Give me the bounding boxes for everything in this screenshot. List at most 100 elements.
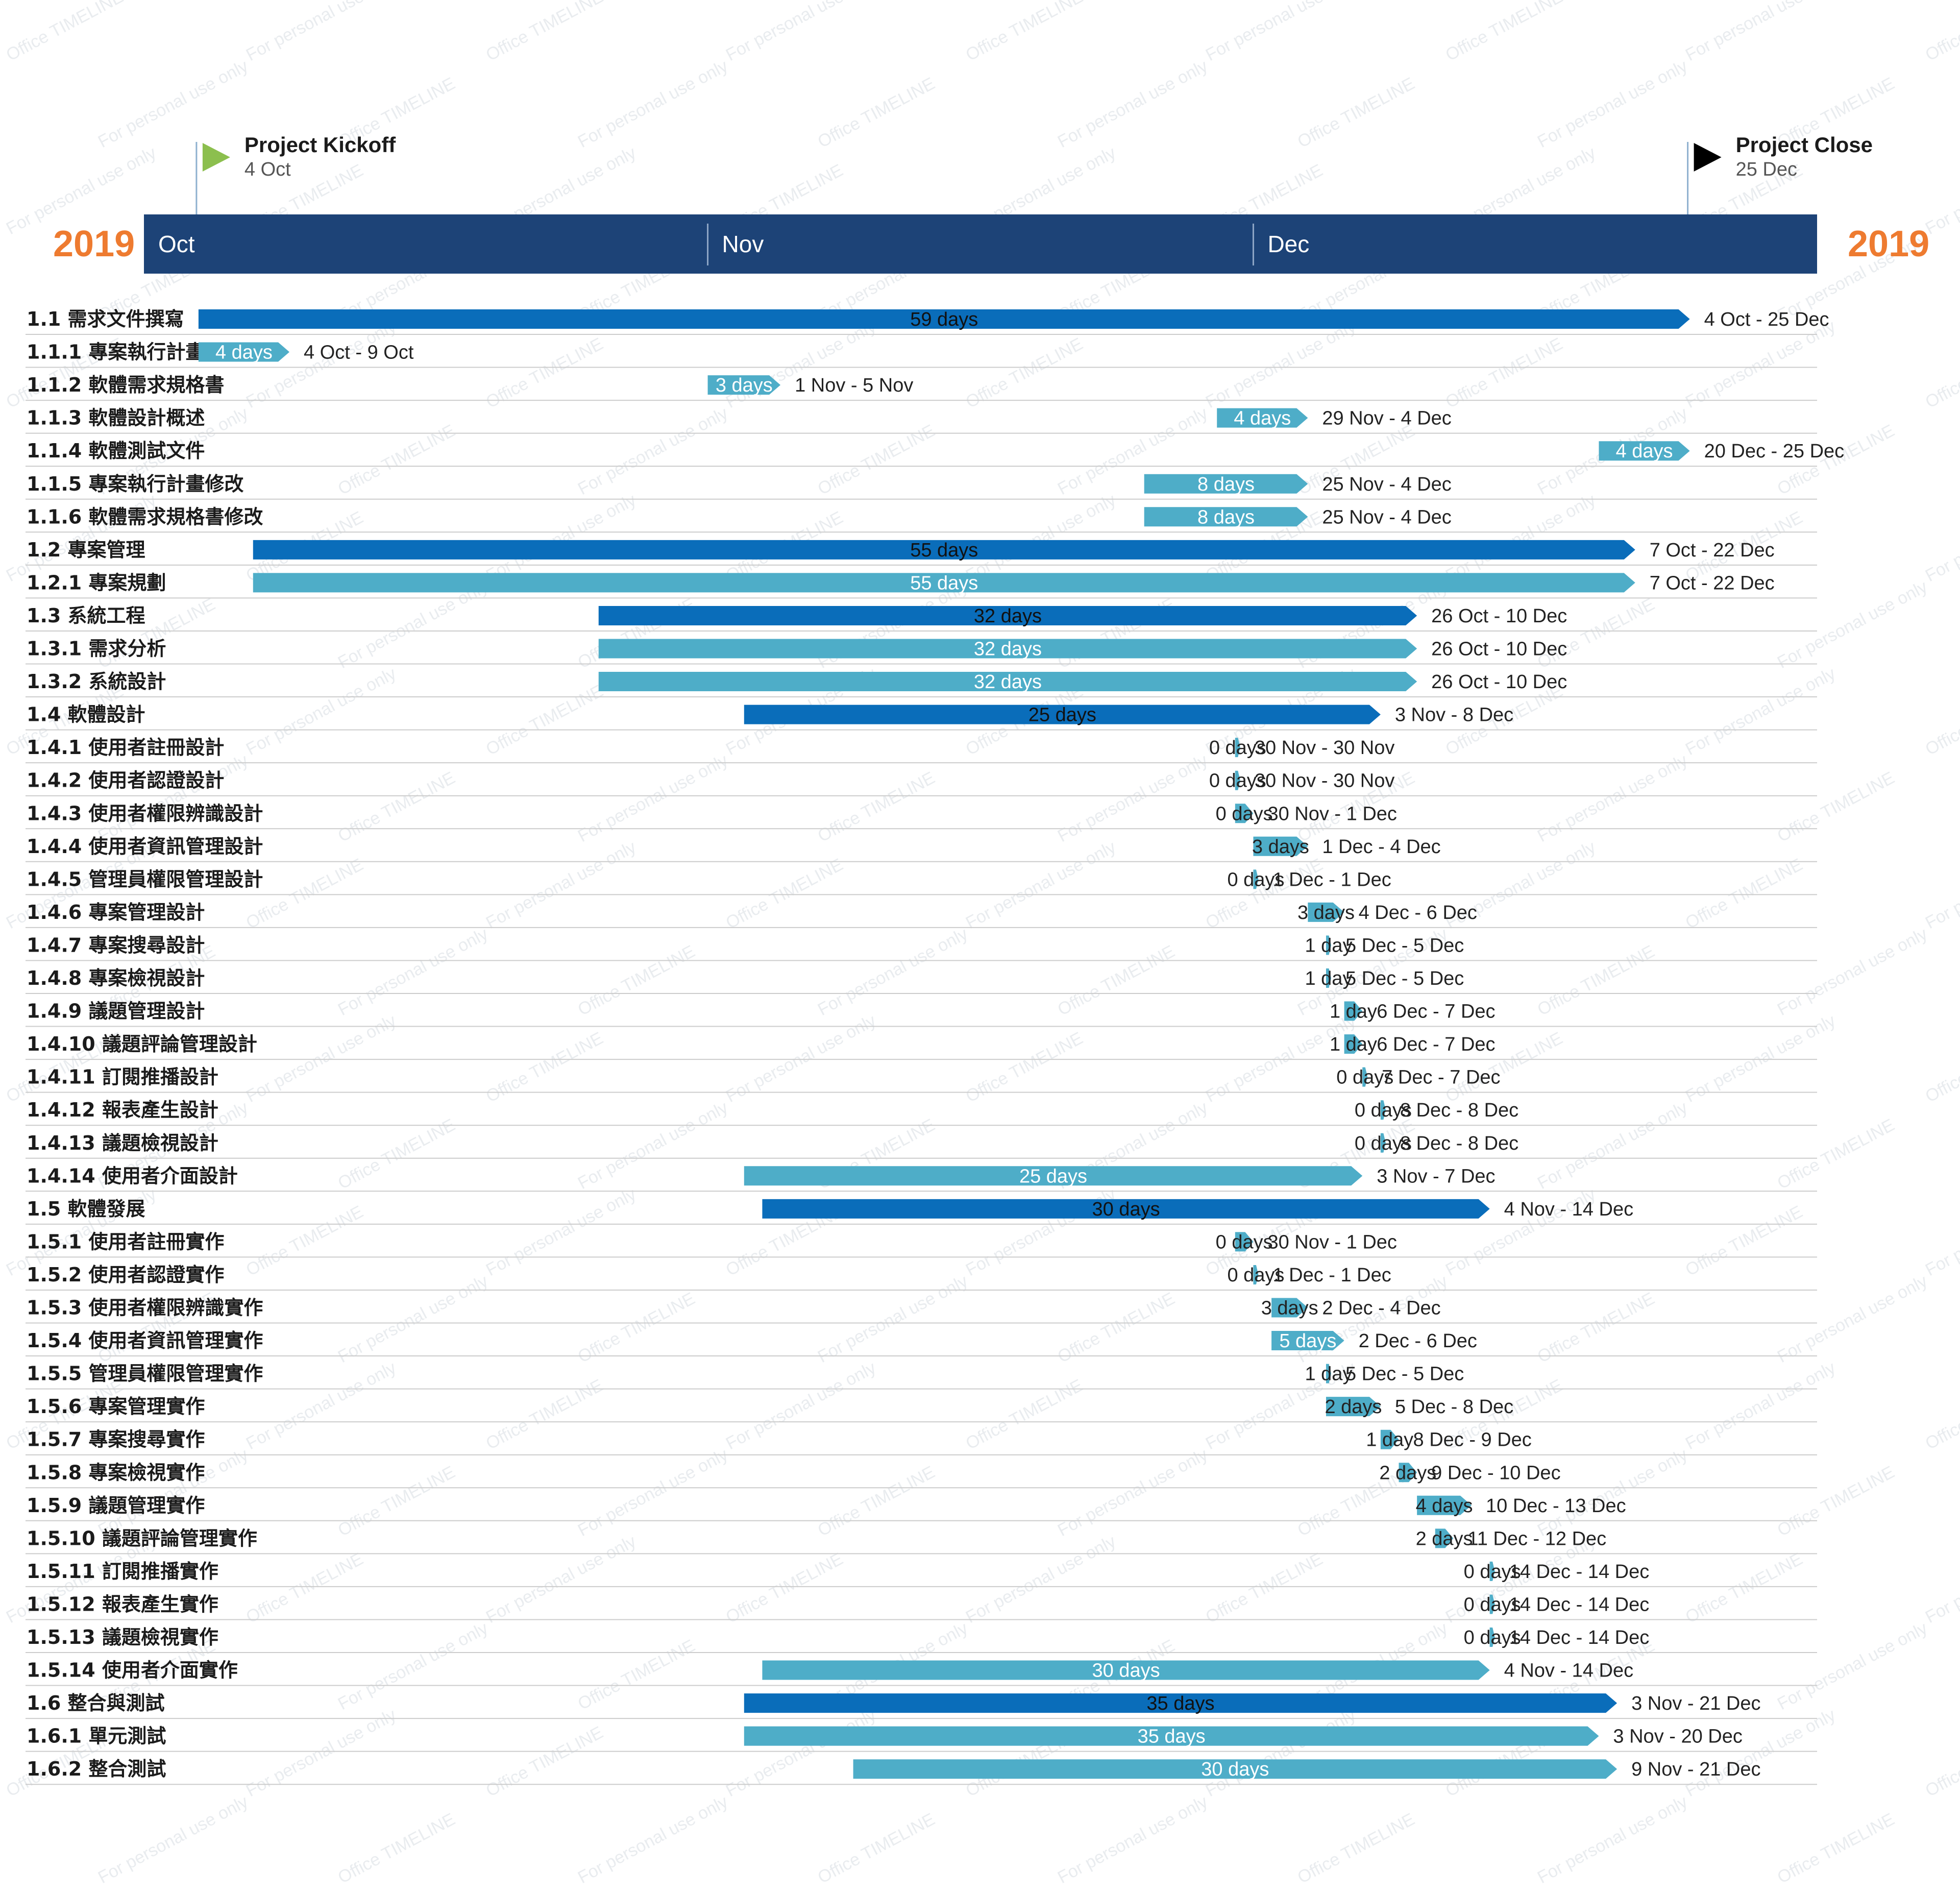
watermark-text: Office TIMELINE (3, 0, 127, 65)
task-date-range: 30 Nov - 30 Nov (1255, 737, 1395, 759)
task-label: 1.6.2 整合測試 (27, 1758, 166, 1780)
task-duration: 0 days (1216, 803, 1273, 824)
watermark-text: For personal use only (1055, 1792, 1211, 1887)
task-label: 1.5.7 專案搜尋實作 (27, 1428, 205, 1451)
task-date-range: 3 Nov - 21 Dec (1631, 1693, 1760, 1714)
task-date-range: 5 Dec - 5 Dec (1345, 1364, 1464, 1385)
gantt-svg: Office TIMELINE For personal use only Offi… (3, 0, 1960, 1887)
watermark-text: For personal use only (723, 0, 879, 65)
watermark-text: For personal use only (243, 664, 400, 759)
task-date-range: 6 Dec - 7 Dec (1377, 1034, 1495, 1055)
task-duration: 25 days (1019, 1165, 1087, 1187)
task-date-range: 11 Dec - 12 Dec (1467, 1528, 1606, 1549)
task-date-range: 8 Dec - 9 Dec (1413, 1429, 1532, 1451)
watermark-text: For personal use only (1534, 56, 1691, 152)
task-label: 1.5.5 管理員權限管理實作 (27, 1363, 263, 1385)
task-duration: 3 days (716, 375, 773, 396)
watermark-text: For personal use only (1922, 1184, 1960, 1280)
watermark-text: For personal use only (575, 1792, 731, 1887)
milestone-title: Project Close (1736, 133, 1873, 157)
watermark-text: For personal use only (1203, 1705, 1359, 1801)
watermark-text: For personal use only (1774, 1271, 1931, 1367)
task-duration: 4 days (1416, 1495, 1473, 1517)
watermark-text: For personal use only (95, 56, 252, 152)
task-date-range: 4 Nov - 14 Dec (1504, 1660, 1633, 1682)
watermark-text: For personal use only (1203, 0, 1359, 65)
watermark-text: For personal use only (963, 490, 1119, 586)
watermark-text: Office TIMELINE (815, 768, 938, 846)
watermark-text: For personal use only (1055, 1445, 1211, 1540)
task-date-range: 30 Nov - 1 Dec (1267, 1231, 1396, 1253)
watermark-text: Office TIMELINE (483, 0, 606, 65)
month-label: Oct (158, 231, 195, 257)
task-duration: 55 days (910, 572, 978, 594)
task-date-range: 1 Dec - 4 Dec (1322, 836, 1440, 858)
watermark-text: Office TIMELINE (335, 1115, 458, 1193)
watermark-text: Office TIMELINE (963, 0, 1086, 65)
watermark-text: For personal use only (1534, 750, 1691, 846)
task-label: 1.4.4 使用者資訊管理設計 (27, 835, 263, 858)
task-date-range: 25 Nov - 4 Dec (1322, 506, 1451, 528)
task-date-range: 6 Dec - 7 Dec (1377, 1001, 1495, 1023)
watermark-text: For personal use only (243, 317, 400, 412)
task-date-range: 26 Oct - 10 Dec (1431, 639, 1567, 660)
watermark-text: For personal use only (483, 1184, 640, 1280)
task-duration: 30 days (1201, 1759, 1269, 1780)
watermark-text: For personal use only (723, 317, 879, 412)
watermark-text: For personal use only (1682, 664, 1839, 759)
watermark-text: For personal use only (1442, 490, 1599, 586)
task-label: 1.5.9 議題管理實作 (27, 1494, 205, 1517)
watermark-text: Office TIMELINE (723, 855, 846, 933)
task-label: 1.4.13 議題檢視設計 (27, 1132, 218, 1154)
month-label: Nov (722, 231, 764, 257)
task-label: 1.6 整合與測試 (27, 1692, 165, 1714)
watermark-text: For personal use only (1682, 317, 1839, 412)
task-label: 1.2 專案管理 (27, 539, 145, 561)
task-label: 1.5.10 議題評論管理實作 (27, 1527, 257, 1549)
watermark-text: Office TIMELINE (483, 1375, 606, 1453)
task-date-range: 4 Nov - 14 Dec (1504, 1199, 1633, 1220)
task-date-range: 5 Dec - 5 Dec (1345, 968, 1464, 989)
watermark-text: Office TIMELINE (243, 1202, 366, 1280)
watermark-text: For personal use only (815, 1271, 971, 1367)
watermark-text: Office TIMELINE (335, 1809, 458, 1887)
milestone-date: 4 Oct (244, 159, 291, 180)
watermark-text: Office TIMELINE (1294, 74, 1418, 152)
watermark-text: Office TIMELINE (723, 1549, 846, 1627)
task-label: 1.4 軟體設計 (27, 703, 145, 726)
watermark-text: For personal use only (1922, 1532, 1960, 1627)
watermark-text: For personal use only (1203, 317, 1359, 412)
task-label: 1.5.13 議題檢視實作 (27, 1626, 218, 1648)
task-label: 1.5.8 專案檢視實作 (27, 1461, 205, 1484)
task-date-range: 3 Nov - 7 Dec (1377, 1165, 1495, 1187)
watermark-text: Office TIMELINE (1922, 0, 1960, 65)
task-label: 1.5.6 專案管理實作 (27, 1395, 205, 1418)
watermark-text: For personal use only (1922, 837, 1960, 933)
watermark-text: Office TIMELINE (815, 74, 938, 152)
task-duration: 30 days (1092, 1660, 1160, 1682)
watermark-text: Office TIMELINE (1922, 1722, 1960, 1801)
task-duration: 2 days (1379, 1462, 1436, 1484)
task-duration: 2 days (1416, 1528, 1473, 1549)
task-duration: 32 days (974, 671, 1042, 693)
task-date-range: 1 Dec - 1 Dec (1272, 869, 1391, 890)
timescale-band (144, 214, 1817, 274)
watermark-text: Office TIMELINE (483, 1722, 606, 1801)
task-date-range: 25 Nov - 4 Dec (1322, 474, 1451, 495)
task-duration: 2 days (1325, 1396, 1382, 1418)
task-label: 1.5.12 報表產生實作 (27, 1593, 218, 1615)
gantt-chart: Office TIMELINE For personal use only Offi… (0, 0, 1960, 1894)
year-label-right: 2019 (1848, 224, 1929, 264)
task-date-range: 14 Dec - 14 Dec (1509, 1627, 1650, 1648)
watermark-text: For personal use only (243, 0, 400, 65)
watermark-text: For personal use only (1055, 56, 1211, 152)
task-date-range: 10 Dec - 13 Dec (1486, 1495, 1626, 1517)
watermark-text: For personal use only (575, 750, 731, 846)
task-label: 1.1.6 軟體需求規格書修改 (27, 505, 263, 528)
task-label: 1.4.11 訂閱推播設計 (27, 1066, 218, 1088)
watermark-text: Office TIMELINE (1294, 1809, 1418, 1887)
task-date-range: 7 Oct - 22 Dec (1650, 540, 1775, 561)
task-date-range: 2 Dec - 4 Dec (1322, 1298, 1440, 1319)
watermark-text: Office TIMELINE (815, 1462, 938, 1540)
watermark-text: Office TIMELINE (1922, 334, 1960, 412)
